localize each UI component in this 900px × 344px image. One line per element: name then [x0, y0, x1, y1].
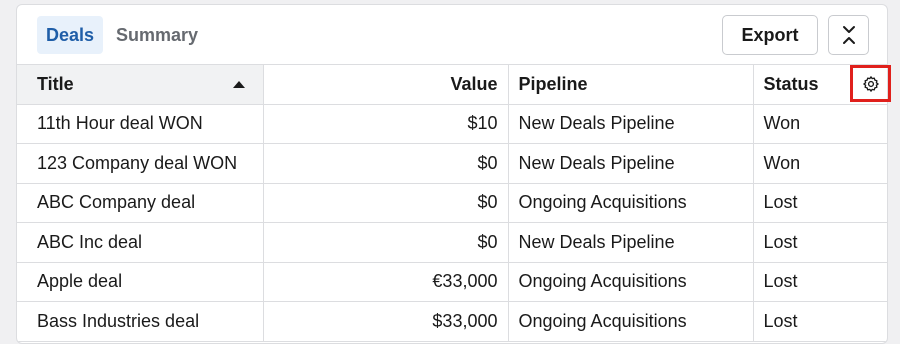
- cell-value: $33,000: [263, 301, 509, 342]
- sort-ascending-icon: [232, 80, 245, 88]
- column-header-label: Status: [763, 73, 819, 94]
- column-header-title[interactable]: Title: [17, 64, 264, 105]
- column-header-label: Title: [37, 73, 74, 94]
- panel-toolbar: Deals Summary Export: [17, 5, 887, 64]
- cell-value: $0: [263, 143, 509, 184]
- cell-title: 123 Company deal WON: [17, 143, 264, 184]
- gear-icon: [862, 75, 879, 92]
- collapse-icon: [842, 26, 855, 44]
- cell-value: $10: [263, 104, 509, 144]
- deals-table: Title Value Pipeline Status 11th Hour de…: [17, 64, 887, 342]
- table-row[interactable]: ABC Inc deal $0 New Deals Pipeline Lost: [17, 222, 887, 263]
- cell-title: Bass Industries deal: [17, 301, 264, 342]
- column-settings-button[interactable]: [850, 65, 891, 102]
- table-row[interactable]: 123 Company deal WON $0 New Deals Pipeline…: [17, 143, 887, 184]
- cell-value: $0: [263, 222, 509, 263]
- cell-status: Won: [753, 104, 887, 144]
- deals-panel: Deals Summary Export Title Value Pipelin…: [16, 4, 888, 344]
- cell-status: Lost: [753, 262, 887, 302]
- cell-pipeline: Ongoing Acquisitions: [508, 301, 754, 342]
- cell-title: 11th Hour deal WON: [17, 104, 264, 144]
- cell-title: ABC Inc deal: [17, 222, 264, 263]
- cell-pipeline: New Deals Pipeline: [508, 143, 754, 184]
- collapse-button[interactable]: [828, 15, 869, 55]
- tab-deals[interactable]: Deals: [37, 16, 103, 54]
- cell-pipeline: New Deals Pipeline: [508, 104, 754, 144]
- cell-title: ABC Company deal: [17, 183, 264, 223]
- table-row[interactable]: ABC Company deal $0 Ongoing Acquisitions Lo…: [17, 183, 887, 223]
- table-row[interactable]: Apple deal €33,000 Ongoing Acquisitions Los…: [17, 262, 887, 302]
- cell-status: Lost: [753, 222, 887, 263]
- cell-status: Lost: [753, 301, 887, 342]
- cell-pipeline: New Deals Pipeline: [508, 222, 754, 263]
- column-header-value[interactable]: Value: [263, 64, 509, 105]
- tab-summary[interactable]: Summary: [107, 16, 207, 54]
- column-header-pipeline[interactable]: Pipeline: [508, 64, 754, 105]
- cell-title: Apple deal: [17, 262, 264, 302]
- table-row[interactable]: 11th Hour deal WON $10 New Deals Pipeline W…: [17, 104, 887, 144]
- cell-value: €33,000: [263, 262, 509, 302]
- cell-status: Lost: [753, 183, 887, 223]
- cell-pipeline: Ongoing Acquisitions: [508, 262, 754, 302]
- table-row[interactable]: Bass Industries deal $33,000 Ongoing Acqui…: [17, 301, 887, 342]
- cell-value: $0: [263, 183, 509, 223]
- table-header-row: Title Value Pipeline Status: [17, 64, 887, 105]
- export-button[interactable]: Export: [722, 15, 818, 55]
- cell-pipeline: Ongoing Acquisitions: [508, 183, 754, 223]
- cell-status: Won: [753, 143, 887, 184]
